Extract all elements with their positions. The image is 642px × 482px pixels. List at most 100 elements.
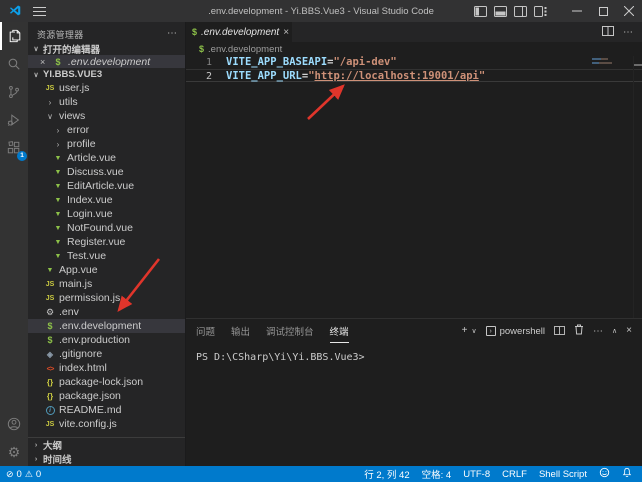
- language-mode-status[interactable]: Shell Script: [539, 469, 587, 480]
- panel-more-icon[interactable]: ⋯: [593, 329, 603, 334]
- tree-item-label: main.js: [59, 278, 92, 290]
- close-window-button[interactable]: [616, 0, 642, 22]
- workspace-label: YI.BBS.VUE3: [43, 69, 102, 80]
- shell-icon: $: [192, 27, 197, 37]
- maximize-button[interactable]: [590, 0, 616, 22]
- tree-file-main.js[interactable]: JSmain.js: [28, 277, 185, 291]
- new-terminal-icon[interactable]: +: [462, 326, 468, 336]
- tree-file-Index.vue[interactable]: ▼Index.vue: [28, 193, 185, 207]
- tree-folder-utils[interactable]: ›utils: [28, 95, 185, 109]
- tree-file-Article.vue[interactable]: ▼Article.vue: [28, 151, 185, 165]
- minimap[interactable]: [592, 58, 630, 65]
- tree-file-README.md[interactable]: iREADME.md: [28, 403, 185, 417]
- extensions-badge: 1: [17, 151, 27, 161]
- tree-file-NotFound.vue[interactable]: ▼NotFound.vue: [28, 221, 185, 235]
- activity-search[interactable]: [0, 50, 28, 78]
- tree-file-.env[interactable]: ⚙.env: [28, 305, 185, 319]
- vue-icon: ▼: [52, 183, 64, 190]
- tree-folder-error[interactable]: ›error: [28, 123, 185, 137]
- tree-item-label: views: [59, 110, 85, 122]
- activity-settings[interactable]: ⚙: [0, 438, 28, 466]
- timeline-section[interactable]: › 时间线: [28, 452, 185, 466]
- activity-account[interactable]: [0, 410, 28, 438]
- breadcrumb[interactable]: $ .env.development: [186, 42, 642, 56]
- bottom-panel: 问题输出调试控制台终端 + ∨ › powershell: [186, 318, 642, 466]
- shell-icon: $: [44, 335, 56, 345]
- tree-file-EditArticle.vue[interactable]: ▼EditArticle.vue: [28, 179, 185, 193]
- open-editors-header[interactable]: ∨ 打开的编辑器: [28, 42, 185, 55]
- explorer-more-icon[interactable]: ⋯: [167, 31, 177, 37]
- json-icon: {}: [44, 378, 56, 387]
- tab-env-development[interactable]: $ .env.development ×: [186, 22, 292, 42]
- gear-icon: ⚙: [44, 307, 56, 318]
- tree-item-label: App.vue: [59, 264, 98, 276]
- tree-file-Discuss.vue[interactable]: ▼Discuss.vue: [28, 165, 185, 179]
- close-panel-icon[interactable]: ×: [626, 326, 632, 336]
- tree-file-index.html[interactable]: <>index.html: [28, 361, 185, 375]
- panel-tab-问题[interactable]: 问题: [196, 319, 215, 343]
- toggle-panel-icon[interactable]: [490, 6, 510, 17]
- activity-bar: 1 ⚙: [0, 22, 28, 466]
- problems-status[interactable]: ⊘ 0 ⚠ 0: [0, 469, 41, 480]
- close-editor-icon[interactable]: ×: [40, 57, 48, 67]
- tree-file-Register.vue[interactable]: ▼Register.vue: [28, 235, 185, 249]
- code-editor[interactable]: 1VITE_APP_BASEAPI="/api-dev"2VITE_APP_UR…: [186, 56, 642, 318]
- tree-file-.gitignore[interactable]: ◈.gitignore: [28, 347, 185, 361]
- panel-tab-终端[interactable]: 终端: [330, 319, 349, 343]
- tree-file-vite.config.js[interactable]: JSvite.config.js: [28, 417, 185, 431]
- toggle-secondary-sidebar-icon[interactable]: [510, 6, 530, 17]
- activity-explorer[interactable]: [0, 22, 28, 50]
- toggle-sidebar-icon[interactable]: [470, 6, 490, 17]
- activity-extensions[interactable]: 1: [0, 134, 28, 162]
- tree-file-.env.production[interactable]: $.env.production: [28, 333, 185, 347]
- notifications-bell-icon[interactable]: [622, 467, 632, 481]
- code-line-1[interactable]: 1VITE_APP_BASEAPI="/api-dev": [186, 56, 642, 69]
- settings-gear-icon: ⚙: [8, 445, 21, 459]
- encoding-status[interactable]: UTF-8: [463, 469, 490, 480]
- maximize-panel-icon[interactable]: ∧: [612, 327, 617, 335]
- activity-source-control[interactable]: [0, 78, 28, 106]
- tree-file-Login.vue[interactable]: ▼Login.vue: [28, 207, 185, 221]
- tree-file-permission.js[interactable]: JSpermission.js: [28, 291, 185, 305]
- eol-status[interactable]: CRLF: [502, 469, 527, 480]
- outline-section[interactable]: › 大纲: [28, 438, 185, 452]
- line-content: VITE_APP_URL="http://localhost:19001/api…: [212, 70, 485, 81]
- tree-file-package.json[interactable]: {}package.json: [28, 389, 185, 403]
- workspace-header[interactable]: ∨ YI.BBS.VUE3: [28, 68, 185, 81]
- code-line-2[interactable]: 2VITE_APP_URL="http://localhost:19001/ap…: [186, 69, 642, 82]
- indentation-status[interactable]: 空格: 4: [422, 467, 452, 481]
- customize-layout-icon[interactable]: [530, 6, 550, 17]
- minimize-button[interactable]: [564, 0, 590, 22]
- panel-tab-输出[interactable]: 输出: [231, 319, 250, 343]
- split-terminal-icon[interactable]: [554, 322, 565, 340]
- tree-item-label: NotFound.vue: [67, 222, 133, 234]
- overview-ruler[interactable]: [633, 56, 642, 318]
- chevron-right-icon: ›: [32, 456, 40, 463]
- shell-icon: $: [52, 57, 64, 67]
- terminal-instance[interactable]: › powershell: [486, 326, 545, 337]
- cursor-position-status[interactable]: 行 2, 列 42: [364, 467, 409, 481]
- tree-file-App.vue[interactable]: ▼App.vue: [28, 263, 185, 277]
- vscode-logo-icon: [8, 4, 22, 18]
- terminal-dropdown-icon[interactable]: ∨: [471, 327, 476, 335]
- tree-item-label: package-lock.json: [59, 376, 143, 388]
- terminal-output[interactable]: PS D:\CSharp\Yi\Yi.BBS.Vue3>: [186, 343, 642, 466]
- tree-file-Test.vue[interactable]: ▼Test.vue: [28, 249, 185, 263]
- tree-file-.env.development[interactable]: $.env.development: [28, 319, 185, 333]
- open-editor-item[interactable]: × $ .env.development: [28, 55, 185, 68]
- panel-tab-调试控制台[interactable]: 调试控制台: [266, 319, 314, 343]
- tree-folder-profile[interactable]: ›profile: [28, 137, 185, 151]
- tab-close-icon[interactable]: ×: [283, 27, 289, 38]
- menu-icon[interactable]: [33, 7, 46, 16]
- tree-file-user.js[interactable]: JSuser.js: [28, 81, 185, 95]
- editor-more-icon[interactable]: ⋯: [623, 30, 633, 35]
- git-icon: ◈: [44, 350, 56, 359]
- tree-folder-views[interactable]: ∨views: [28, 109, 185, 123]
- kill-terminal-icon[interactable]: [574, 322, 584, 340]
- feedback-icon[interactable]: [599, 467, 610, 481]
- activity-run-debug[interactable]: [0, 106, 28, 134]
- warnings-icon: ⚠: [25, 469, 33, 480]
- tab-label: .env.development: [201, 27, 279, 38]
- tree-file-package-lock.json[interactable]: {}package-lock.json: [28, 375, 185, 389]
- split-editor-icon[interactable]: [602, 23, 614, 41]
